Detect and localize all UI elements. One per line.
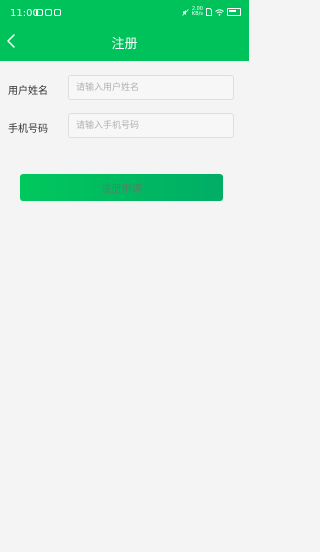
- phone-row: 手机号码: [0, 113, 249, 139]
- name-row: 用户姓名: [0, 75, 249, 101]
- net-speed: 2.00 KB/s: [191, 6, 203, 17]
- status-right-icons: 2.00 KB/s: [182, 7, 241, 17]
- phone-label: 手机号码: [8, 124, 48, 135]
- wifi-icon: [215, 8, 224, 16]
- status-left-icons: [36, 9, 61, 16]
- sim-icon: [206, 8, 212, 16]
- page-title: 注册: [111, 37, 138, 52]
- app-icon: [36, 9, 43, 16]
- phone-input[interactable]: [68, 113, 234, 138]
- status-bar: 11:00 2.00 KB/s: [0, 0, 249, 26]
- nav-bar: 注册: [0, 26, 249, 61]
- status-time: 11:00: [10, 8, 39, 19]
- name-input[interactable]: [68, 75, 234, 100]
- register-submit-button[interactable]: 注册申请: [20, 174, 223, 201]
- header-bar: 11:00 2.00 KB/s 注册: [0, 0, 249, 61]
- battery-icon: [227, 8, 241, 16]
- mute-icon: [182, 8, 189, 16]
- name-label: 用户姓名: [8, 86, 48, 97]
- mail-icon: [45, 9, 52, 16]
- message-icon: [54, 9, 61, 16]
